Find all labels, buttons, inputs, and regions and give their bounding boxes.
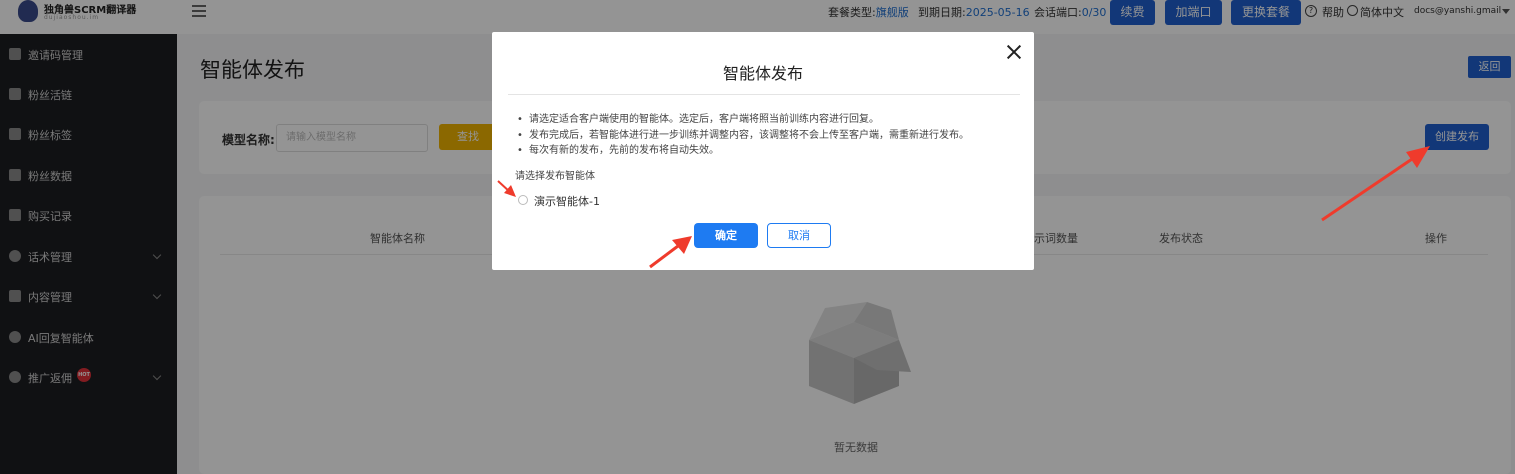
instruction-item: 每次有新的发布，先前的发布将自动失效。 [515,143,1015,159]
cancel-button[interactable]: 取消 [767,223,831,248]
confirm-button[interactable]: 确定 [694,223,758,248]
agent-option-label[interactable]: 演示智能体-1 [534,193,600,209]
instruction-list: 请选定适合客户端使用的智能体。选定后，客户端将照当前训练内容进行回复。 发布完成… [515,112,1015,159]
dialog-divider [508,94,1020,95]
publish-agent-dialog: 智能体发布 请选定适合客户端使用的智能体。选定后，客户端将照当前训练内容进行回复… [492,32,1034,270]
instruction-item: 发布完成后，若智能体进行进一步训练并调整内容，该调整将不会上传至客户端，需重新进… [515,128,1015,144]
agent-radio[interactable] [518,195,528,205]
dialog-title: 智能体发布 [722,64,803,83]
select-agent-label: 请选择发布智能体 [515,171,595,182]
close-icon[interactable] [1006,44,1022,60]
instruction-item: 请选定适合客户端使用的智能体。选定后，客户端将照当前训练内容进行回复。 [515,112,1015,128]
